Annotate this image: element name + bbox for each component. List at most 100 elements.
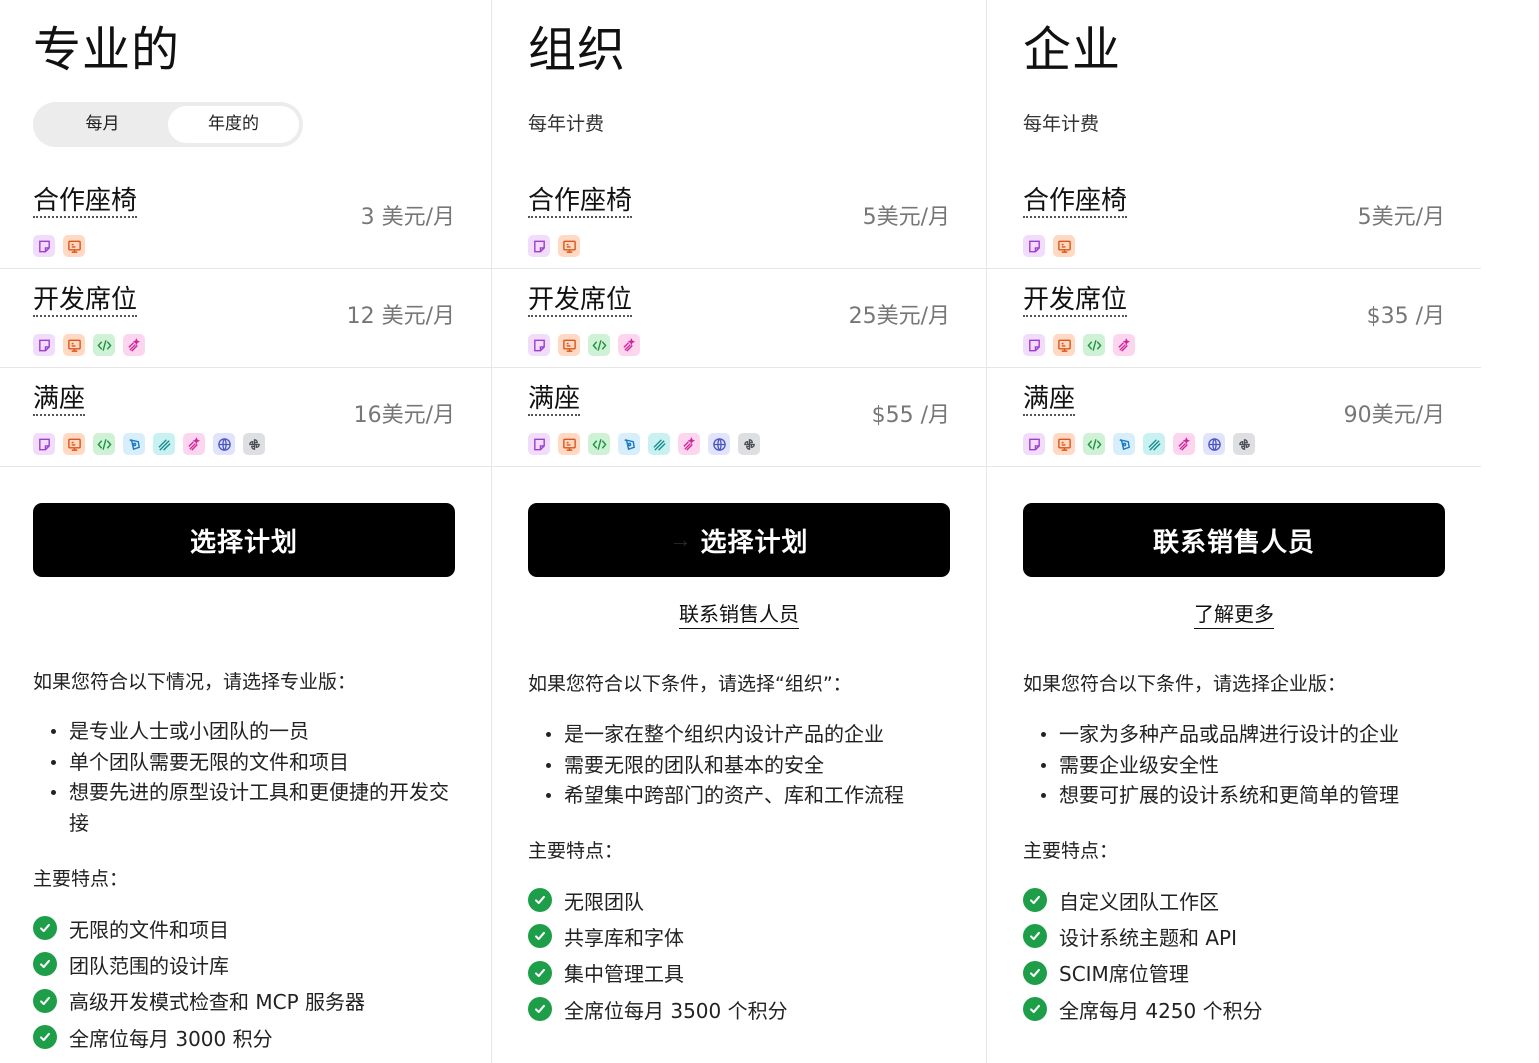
seat-name[interactable]: 合作座椅 [528,187,633,218]
code-icon [588,334,610,356]
check-icon [33,1025,57,1050]
sticky-note-icon [528,334,550,356]
seat-price: 12 美元/月 [346,304,455,329]
seat-name[interactable]: 满座 [1023,385,1076,416]
seat-price: 5美元/月 [1357,205,1445,230]
feature-text: 无限的文件和项目 [69,917,229,942]
seat-row-full: 满座 90美元/月 [987,368,1481,467]
feature-item: 团队范围的设计库 [33,946,365,982]
pinwheel-icon [243,433,265,455]
bullet-item: 需要企业级安全性 [1023,750,1453,781]
sticky-note-icon [33,334,55,356]
check-icon [1023,924,1047,949]
cta-label: 联系销售人员 [1152,526,1315,557]
bullet-item: 希望集中跨部门的资产、库和工作流程 [528,780,958,811]
seat-price: 5美元/月 [862,205,950,230]
feature-text: 团队范围的设计库 [69,953,229,978]
plan-bullets: 一家为多种产品或品牌进行设计的企业 需要企业级安全性 想要可扩展的设计系统和更简单的… [1023,719,1453,811]
sticky-note-icon [528,235,550,257]
toggle-annual[interactable]: 年度的 [168,106,299,143]
billing-note: 每年计费 [528,113,605,135]
globe-icon [1203,433,1225,455]
contact-sales-button[interactable]: 联系销售人员 [1023,503,1445,577]
seat-name[interactable]: 满座 [33,385,86,416]
seat-icons [528,433,760,455]
feature-item: SCIM席位管理 [1023,955,1263,991]
seat-name[interactable]: 开发席位 [33,286,138,317]
check-icon [528,997,552,1022]
check-icon [33,952,57,977]
seat-name[interactable]: 开发席位 [1023,286,1128,317]
globe-icon [708,433,730,455]
check-icon [33,916,57,941]
feature-item: 集中管理工具 [528,955,788,991]
seat-price: $55 /月 [871,403,950,428]
contact-sales-link-wrap: 联系销售人员 [528,598,950,629]
toggle-monthly[interactable]: 每月 [37,106,168,143]
sticky-note-icon [33,433,55,455]
sparkle-brush-icon [123,334,145,356]
code-icon [93,334,115,356]
check-icon [528,960,552,985]
feature-item: 无限的文件和项目 [33,910,365,946]
seat-icons [1023,334,1135,356]
seat-row-full: 满座 $55 /月 [492,368,986,467]
bullet-item: 想要可扩展的设计系统和更简单的管理 [1023,780,1453,811]
plan-column-enterprise: 企业 每年计费 合作座椅 5美元/月 开发席位 $35 /月 满座 90美元/月… [986,0,1481,1063]
feature-text: 集中管理工具 [564,962,684,987]
seat-name[interactable]: 合作座椅 [1023,187,1128,218]
pricing-page: 专业的 每月 年度的 合作座椅 3 美元/月 开发席位 12 美元/月 满座 1… [0,0,1539,1063]
feature-text: 全席位每月 3500 个积分 [564,998,788,1023]
scribble-icon [648,433,670,455]
contact-sales-link[interactable]: 联系销售人员 [679,602,799,629]
feature-item: 共享库和字体 [528,918,788,954]
feature-item: 自定义团队工作区 [1023,882,1263,918]
plan-intro: 如果您符合以下条件，请选择企业版： [1023,673,1347,695]
presentation-board-icon [1053,235,1075,257]
seat-row-dev: 开发席位 25美元/月 [492,269,986,368]
globe-icon [213,433,235,455]
scribble-icon [1143,433,1165,455]
seat-name[interactable]: 开发席位 [528,286,633,317]
feature-text: 全席位每月 3000 积分 [69,1026,273,1051]
bullet-item: 是专业人士或小团队的一员 [33,716,463,747]
check-icon [1023,960,1047,985]
check-icon [1023,997,1047,1022]
code-icon [93,433,115,455]
seat-icons [1023,235,1075,257]
presentation-board-icon [1053,334,1075,356]
arrow-right-icon: → [669,527,693,552]
choose-plan-button[interactable]: 选择计划 [33,503,455,577]
sticky-note-icon [33,235,55,257]
plan-bullets: 是专业人士或小团队的一员 单个团队需要无限的文件和项目 想要先进的原型设计工具和更便… [33,716,463,838]
presentation-board-icon [63,334,85,356]
pinwheel-icon [738,433,760,455]
sparkle-brush-icon [618,334,640,356]
seat-price: 25美元/月 [848,304,950,329]
feature-list: 无限团队 共享库和字体集中管理工具全席位每月 3500 个积分 [528,882,788,1027]
seat-name[interactable]: 满座 [528,385,581,416]
feature-item: 无限团队 [528,882,788,918]
pen-nib-icon [123,433,145,455]
seat-name[interactable]: 合作座椅 [33,187,138,218]
feature-item: 高级开发模式检查和 MCP 服务器 [33,983,365,1019]
pen-nib-icon [618,433,640,455]
bullet-item: 想要先进的原型设计工具和更便捷的开发交接 [33,777,463,838]
seat-icons [1023,433,1255,455]
plan-column-pro: 专业的 每月 年度的 合作座椅 3 美元/月 开发席位 12 美元/月 满座 1… [0,0,491,1063]
feature-list: 无限的文件和项目 团队范围的设计库高级开发模式检查和 MCP 服务器全席位每月 3… [33,910,365,1055]
plan-title: 企业 [1023,22,1122,78]
billing-toggle[interactable]: 每月 年度的 [33,102,303,147]
sticky-note-icon [1023,334,1045,356]
presentation-board-icon [1053,433,1075,455]
choose-plan-button[interactable]: → 选择计划 [528,503,950,577]
learn-more-link-wrap: 了解更多 [1023,598,1445,629]
seat-row-collab: 合作座椅 5美元/月 [492,170,986,269]
bullet-item: 需要无限的团队和基本的安全 [528,750,958,781]
sparkle-brush-icon [678,433,700,455]
learn-more-link[interactable]: 了解更多 [1194,602,1274,629]
presentation-board-icon [558,334,580,356]
seat-icons [528,235,580,257]
feature-text: 全席每月 4250 个积分 [1059,998,1263,1023]
plan-title: 专业的 [33,22,181,78]
